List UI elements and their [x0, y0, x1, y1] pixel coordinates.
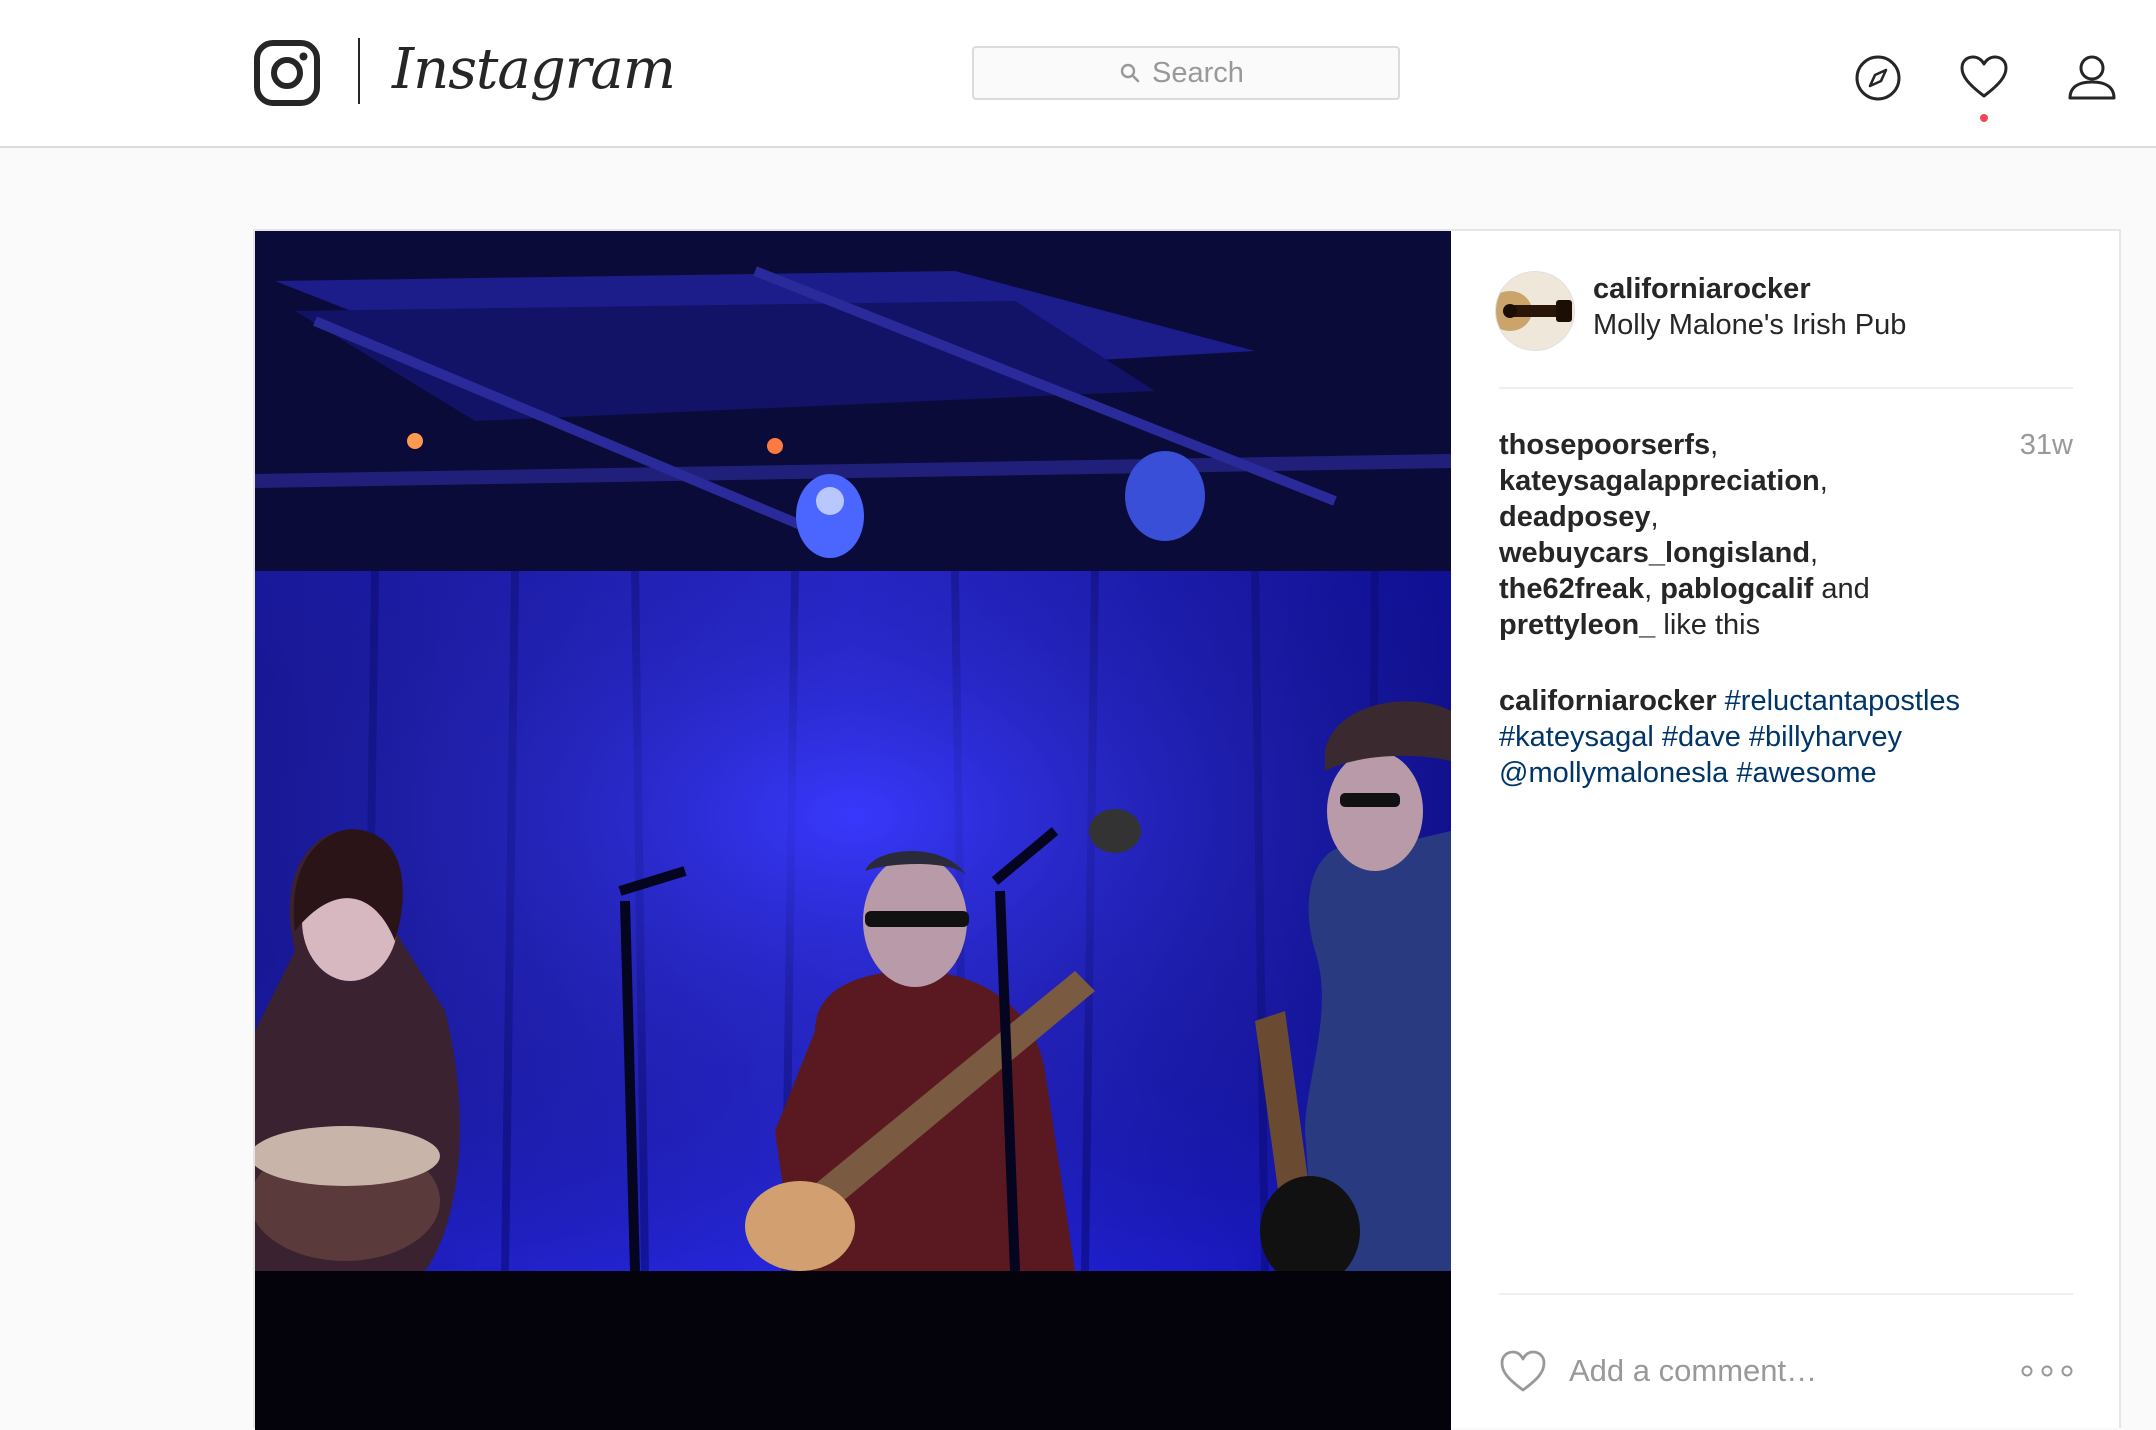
liker-username[interactable]: prettyleon_ — [1499, 609, 1655, 641]
search-box[interactable] — [972, 46, 1400, 100]
logo-divider — [358, 38, 360, 104]
add-comment-bar — [1499, 1341, 2073, 1401]
search-icon — [1120, 63, 1140, 83]
mention-link[interactable]: @mollymalonesla — [1499, 757, 1728, 789]
liker-username[interactable]: pablogcalif — [1660, 573, 1813, 605]
hashtag-link[interactable]: #billyharvey — [1749, 721, 1902, 753]
post-card: californiarocker Molly Malone's Irish Pu… — [253, 229, 2121, 1430]
header-divider — [1499, 387, 2073, 389]
avatar-guitar-icon — [1496, 272, 1574, 350]
more-options-icon[interactable] — [2021, 1363, 2073, 1379]
hashtag-link[interactable]: #reluctantapostles — [1725, 685, 1960, 717]
post-timestamp[interactable]: 31w — [2020, 427, 2073, 463]
hashtag-link[interactable]: #awesome — [1736, 757, 1876, 789]
top-navigation-bar: Instagram — [0, 0, 2156, 148]
liker-username[interactable]: kateysagalappreciation — [1499, 465, 1820, 497]
post-header: californiarocker Molly Malone's Irish Pu… — [1495, 267, 2075, 387]
likes-and-text: and — [1821, 573, 1870, 605]
liker-username[interactable]: webuycars_longisland — [1499, 537, 1810, 569]
search-input[interactable] — [1152, 56, 1252, 90]
liker-username[interactable]: deadposey — [1499, 501, 1651, 533]
post-photo[interactable] — [255, 231, 1451, 1430]
concert-photo-image — [255, 231, 1451, 1430]
post-details-panel: californiarocker Molly Malone's Irish Pu… — [1451, 231, 2121, 1430]
heart-icon[interactable] — [1958, 52, 2010, 104]
hashtag-link[interactable]: #dave — [1662, 721, 1741, 753]
liker-username[interactable]: the62freak — [1499, 573, 1644, 605]
like-heart-icon[interactable] — [1499, 1349, 1547, 1393]
hashtag-link[interactable]: #kateysagal — [1499, 721, 1654, 753]
comment-divider — [1499, 1293, 2073, 1295]
post-caption: californiarocker #reluctantapostles #kat… — [1499, 683, 2059, 791]
comment-input[interactable] — [1569, 1341, 1989, 1401]
liker-username[interactable]: thosepoorserfs — [1499, 429, 1710, 461]
likes-suffix: like this — [1663, 609, 1761, 641]
profile-icon[interactable] — [2066, 52, 2118, 104]
avatar[interactable] — [1495, 271, 1575, 351]
caption-author-username[interactable]: californiarocker — [1499, 685, 1717, 717]
instagram-camera-logo-icon[interactable] — [254, 40, 320, 106]
post-author-username[interactable]: californiarocker — [1593, 273, 1811, 306]
likes-summary: thosepoorserfs, kateysagalappreciation, … — [1499, 429, 1870, 641]
instagram-wordmark[interactable]: Instagram — [392, 30, 676, 110]
notification-dot — [1980, 114, 1988, 122]
post-location-link[interactable]: Molly Malone's Irish Pub — [1593, 309, 1906, 342]
compass-icon[interactable] — [1852, 52, 1904, 104]
